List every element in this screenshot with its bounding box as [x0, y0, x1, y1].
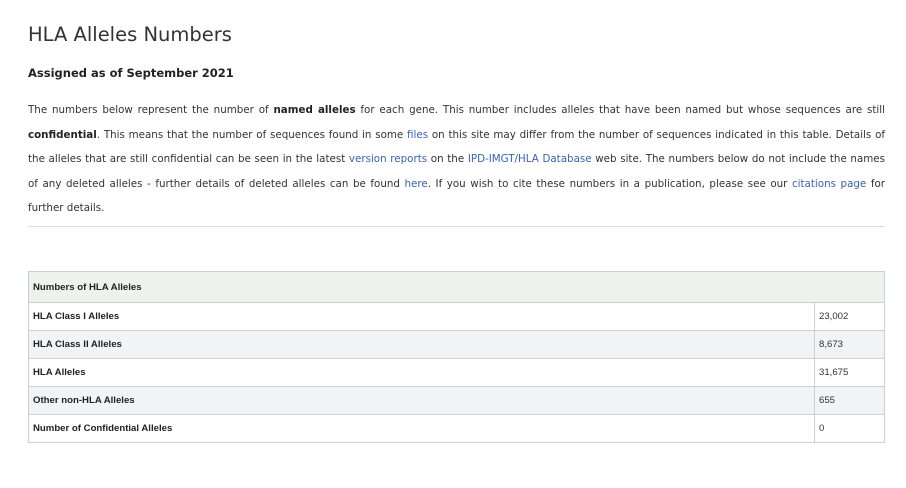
table-row: HLA Class II Alleles 8,673 — [28, 330, 885, 359]
page-subtitle: Assigned as of September 2021 — [28, 66, 234, 80]
intro-text: . This means that the number of sequence… — [96, 128, 408, 141]
row-label: Number of Confidential Alleles — [28, 414, 815, 443]
table-header-row: Numbers of HLA Alleles — [28, 271, 885, 303]
row-value: 31,675 — [814, 358, 885, 387]
table-row: Other non-HLA Alleles 655 — [28, 386, 885, 415]
intro-text: on the — [427, 153, 468, 165]
intro-emphasis-confidential: confidential — [28, 128, 97, 141]
page-title: HLA Alleles Numbers — [28, 23, 232, 46]
intro-text: . If you wish to cite these numbers in a… — [427, 177, 792, 190]
version-reports-link[interactable]: version reports — [349, 153, 427, 165]
citations-page-link[interactable]: citations page — [792, 178, 866, 190]
intro-paragraph: The numbers below represent the number o… — [28, 98, 885, 221]
row-label: HLA Class I Alleles — [28, 302, 815, 331]
row-value: 0 — [814, 414, 885, 443]
row-value: 655 — [814, 386, 885, 415]
table-row: Number of Confidential Alleles 0 — [28, 414, 885, 443]
table-row: HLA Class I Alleles 23,002 — [28, 302, 885, 331]
row-value: 8,673 — [814, 330, 885, 359]
row-label: HLA Alleles — [28, 358, 815, 387]
table-row: HLA Alleles 31,675 — [28, 358, 885, 387]
section-divider — [28, 226, 885, 227]
row-label: HLA Class II Alleles — [28, 330, 815, 359]
deleted-alleles-here-link[interactable]: here — [405, 178, 428, 190]
table-header: Numbers of HLA Alleles — [28, 271, 885, 303]
row-label: Other non-HLA Alleles — [28, 386, 815, 415]
intro-text: for each gene. This number includes alle… — [355, 104, 885, 116]
files-link[interactable]: files — [407, 129, 428, 141]
hla-alleles-table: Numbers of HLA Alleles HLA Class I Allel… — [28, 271, 885, 443]
row-value: 23,002 — [814, 302, 885, 331]
intro-text: The numbers below represent the number o… — [28, 104, 274, 116]
intro-emphasis-named-alleles: named alleles — [273, 104, 356, 116]
ipd-imgt-hla-database-link[interactable]: IPD-IMGT/HLA Database — [468, 153, 592, 165]
